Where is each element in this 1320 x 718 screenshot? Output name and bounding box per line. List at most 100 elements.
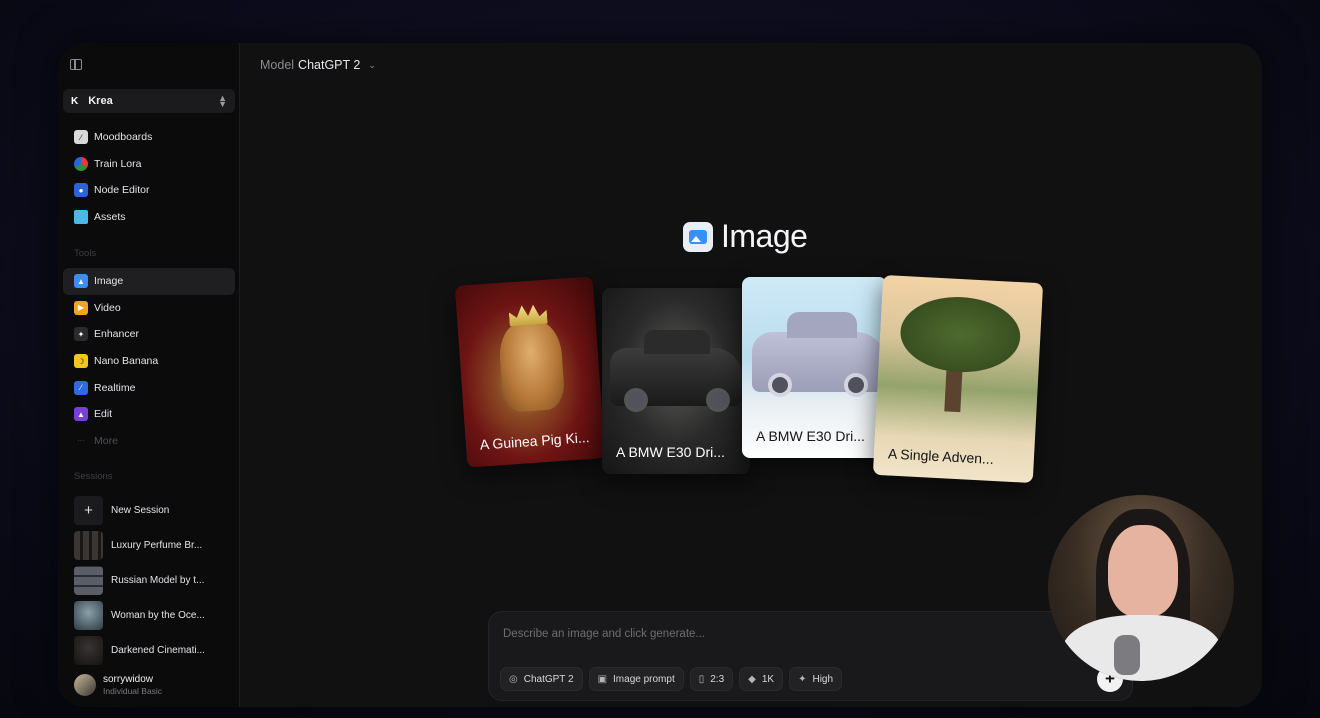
prompt-input[interactable] bbox=[503, 624, 1063, 644]
wheel-illustration bbox=[706, 388, 730, 412]
sidebar-item-label: More bbox=[94, 434, 118, 447]
sidebar-item-realtime[interactable]: ∕ Realtime bbox=[63, 374, 235, 401]
chevron-down-icon: ⌄ bbox=[368, 59, 376, 70]
sidebar-item-assets[interactable]: Assets bbox=[63, 204, 235, 231]
webcam-overlay bbox=[1048, 495, 1234, 681]
sidebar-item-node-editor[interactable]: ● Node Editor bbox=[63, 177, 235, 204]
quality-chip[interactable]: ✦ High bbox=[789, 667, 843, 691]
example-card-bmw-dark[interactable]: A BMW E30 Dri... bbox=[602, 288, 750, 474]
sidebar-item-more[interactable]: ··· More bbox=[63, 428, 235, 455]
primary-nav: ∕ Moodboards Train Lora ● Node Editor As… bbox=[63, 124, 235, 230]
more-icon: ··· bbox=[77, 436, 85, 446]
enhancer-icon: ✦ bbox=[74, 327, 88, 342]
edit-icon: ▲ bbox=[74, 407, 88, 422]
image-prompt-chip[interactable]: ▣ Image prompt bbox=[588, 667, 684, 691]
sidebar-item-nano-banana[interactable]: ☽ Nano Banana bbox=[63, 348, 235, 375]
banana-icon: ☽ bbox=[74, 354, 88, 369]
chip-label: 1K bbox=[761, 673, 775, 685]
tools-section-label: Tools bbox=[74, 248, 97, 259]
resolution-chip[interactable]: ◆ 1K bbox=[739, 667, 784, 691]
sidebar-item-label: Realtime bbox=[94, 381, 136, 394]
crown-illustration bbox=[508, 304, 547, 327]
sidebar-toggle-icon[interactable] bbox=[70, 59, 82, 70]
session-thumbnail bbox=[74, 636, 103, 665]
user-profile[interactable]: sorrywidow Individual Basic bbox=[74, 674, 162, 696]
model-chip[interactable]: ◎ ChatGPT 2 bbox=[500, 667, 583, 691]
sidebar-item-label: Nano Banana bbox=[94, 355, 159, 368]
plus-icon: + bbox=[74, 496, 103, 525]
node-editor-icon: ● bbox=[74, 183, 88, 198]
video-icon: ▶ bbox=[74, 300, 88, 315]
session-thumbnail bbox=[74, 531, 103, 560]
sidebar-item-enhancer[interactable]: ✦ Enhancer bbox=[63, 321, 235, 348]
model-selector[interactable]: Model ChatGPT 2 ⌄ bbox=[260, 58, 376, 72]
wheel-illustration bbox=[624, 388, 648, 412]
krea-logo-icon: K bbox=[71, 95, 79, 107]
sidebar-item-label: Image bbox=[94, 275, 124, 288]
microphone-icon bbox=[1114, 635, 1140, 675]
wheel-illustration bbox=[844, 373, 868, 397]
sessions-list: + New Session Luxury Perfume Br... Russi… bbox=[63, 493, 235, 668]
card-caption: A BMW E30 Dri... bbox=[756, 428, 865, 444]
session-thumbnail bbox=[74, 566, 103, 595]
tools-nav: ▲ Image ▶ Video ✦ Enhancer ☽ Nano Banana… bbox=[63, 268, 235, 454]
model-prefix: Model bbox=[260, 58, 295, 72]
prompt-options: ◎ ChatGPT 2 ▣ Image prompt ▯ 2:3 ◆ 1K ✦ bbox=[500, 667, 843, 691]
model-icon: ◎ bbox=[509, 673, 518, 685]
profile-plan: Individual Basic bbox=[103, 686, 163, 696]
new-session-button[interactable]: + New Session bbox=[63, 493, 235, 528]
session-label: Darkened Cinemati... bbox=[111, 645, 205, 656]
session-label: Russian Model by t... bbox=[111, 575, 205, 586]
sidebar-item-train-lora[interactable]: Train Lora bbox=[63, 151, 235, 178]
workspace-switcher[interactable]: K Krea ▲ ▼ bbox=[63, 89, 235, 113]
profile-name: sorrywidow bbox=[103, 674, 154, 685]
sidebar-item-edit[interactable]: ▲ Edit bbox=[63, 401, 235, 428]
sessions-section-label: Sessions bbox=[74, 471, 113, 482]
session-thumbnail bbox=[74, 601, 103, 630]
presenter-face bbox=[1108, 525, 1178, 617]
folder-icon bbox=[74, 210, 88, 225]
session-item[interactable]: Russian Model by t... bbox=[63, 563, 235, 598]
chevron-updown-icon: ▲ ▼ bbox=[218, 93, 227, 109]
sidebar-item-video[interactable]: ▶ Video bbox=[63, 295, 235, 322]
session-label: Woman by the Oce... bbox=[111, 610, 205, 621]
session-item[interactable]: Woman by the Oce... bbox=[63, 598, 235, 633]
sidebar-item-label: Edit bbox=[94, 408, 113, 421]
example-card-guinea-pig[interactable]: A Guinea Pig Ki... bbox=[454, 276, 606, 468]
chip-label: High bbox=[812, 673, 834, 685]
chip-label: Image prompt bbox=[613, 673, 675, 685]
sidebar: K Krea ▲ ▼ ∕ Moodboards Train Lora ● Node… bbox=[58, 43, 240, 707]
session-item[interactable]: Darkened Cinemati... bbox=[63, 633, 235, 668]
image-icon bbox=[683, 221, 713, 252]
session-label: Luxury Perfume Br... bbox=[111, 540, 203, 551]
aspect-ratio-chip[interactable]: ▯ 2:3 bbox=[689, 667, 734, 691]
prompt-box: ◎ ChatGPT 2 ▣ Image prompt ▯ 2:3 ◆ 1K ✦ bbox=[488, 611, 1133, 701]
card-caption: A Guinea Pig Ki... bbox=[479, 429, 590, 453]
card-illustration bbox=[497, 318, 566, 413]
example-card-tree[interactable]: A Single Adven... bbox=[872, 274, 1044, 484]
sidebar-item-image[interactable]: ▲ Image bbox=[63, 268, 235, 295]
sidebar-item-label: Train Lora bbox=[94, 157, 142, 170]
sidebar-item-moodboards[interactable]: ∕ Moodboards bbox=[63, 124, 235, 151]
realtime-icon: ∕ bbox=[74, 380, 88, 395]
moodboard-icon: ∕ bbox=[74, 130, 88, 145]
card-caption: A BMW E30 Dri... bbox=[616, 444, 725, 460]
example-card-bmw-light[interactable]: A BMW E30 Dri... bbox=[742, 277, 887, 458]
quality-icon: ✦ bbox=[798, 673, 807, 685]
chip-label: 2:3 bbox=[710, 673, 725, 685]
sidebar-item-label: Node Editor bbox=[94, 184, 150, 197]
chip-label: ChatGPT 2 bbox=[523, 673, 574, 685]
image-icon: ▲ bbox=[74, 274, 88, 289]
session-item[interactable]: Luxury Perfume Br... bbox=[63, 528, 235, 563]
sidebar-item-label: Assets bbox=[94, 211, 126, 224]
sidebar-item-label: Moodboards bbox=[94, 131, 153, 144]
sidebar-item-label: Enhancer bbox=[94, 328, 139, 341]
resolution-icon: ◆ bbox=[748, 673, 756, 685]
new-session-label: New Session bbox=[111, 505, 170, 516]
presenter-shirt bbox=[1062, 615, 1222, 681]
page-title: Image bbox=[683, 218, 808, 255]
sidebar-item-label: Video bbox=[94, 301, 121, 314]
avatar bbox=[74, 674, 96, 696]
workspace-name: Krea bbox=[88, 95, 113, 107]
wheel-illustration bbox=[768, 373, 792, 397]
